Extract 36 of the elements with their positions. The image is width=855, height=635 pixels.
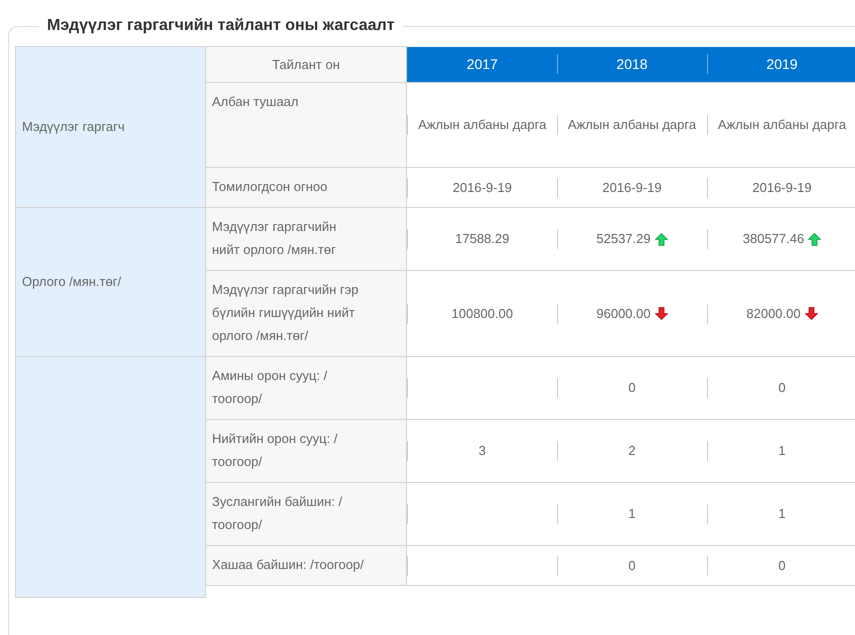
value-text: 82000.00 [746, 304, 801, 323]
value-text: Ажлын албаны дарга [568, 116, 696, 134]
value-text: 0 [628, 379, 636, 398]
value-text: 3 [478, 442, 486, 460]
value-text: 0 [628, 556, 636, 575]
value-text: 1 [628, 505, 636, 524]
value-text: 2016-9-19 [452, 178, 512, 197]
panel-title: Мэдүүлэг гаргагчийн тайлант оны жагсаалт [46, 16, 396, 36]
value-text: Ажлын албаны дарга [418, 116, 546, 134]
value-text: 2016-9-19 [602, 178, 662, 197]
group-cell: Орлого /мян.төг/ [16, 208, 206, 356]
row-label-cell: Зуслангийн байшин: /тоогоор/ [206, 482, 406, 546]
value-text: 0 [778, 556, 786, 575]
row-label-cell: Амины орон сууц: /тоогоор/ [206, 356, 406, 420]
group-cell: Мэдүүлэг гаргагч [16, 46, 206, 208]
column-header: Тайлант он [206, 46, 406, 82]
value-text: 100800.00 [452, 304, 513, 323]
row-label-cell: Албан тушаал [206, 82, 406, 168]
value-text: 17588.29 [455, 230, 510, 248]
value-text: 380577.46 [742, 230, 804, 248]
value-text: 96000.00 [596, 304, 651, 323]
value-text: 1 [778, 505, 786, 524]
value-text: 1 [778, 442, 786, 460]
value-text: Ажлын албаны дарга [718, 116, 846, 134]
year-header: 2017 [466, 54, 499, 74]
row-label-cell: Мэдүүлэг гаргагчийн нийт орлого /мян.төг [206, 208, 406, 270]
value-text: 2016-9-19 [752, 178, 812, 197]
value-text: 52537.29 [596, 230, 651, 248]
value-text: 2 [628, 442, 636, 460]
row-label-cell: Нийтийн орон сууц: /тоогоор/ [206, 420, 406, 482]
row-label-cell: Хашаа байшин: /тоогоор/ [206, 546, 406, 586]
row-label-cell: Томилогдсон огноо [206, 168, 406, 208]
year-header: 2019 [765, 54, 799, 74]
value-text: 0 [778, 379, 786, 398]
year-header: 2018 [615, 54, 649, 74]
row-label-cell: Мэдүүлэг гаргагчийн гэр бүлийн гишүүдийн нийт орлого /мян.төг/ [206, 270, 406, 356]
